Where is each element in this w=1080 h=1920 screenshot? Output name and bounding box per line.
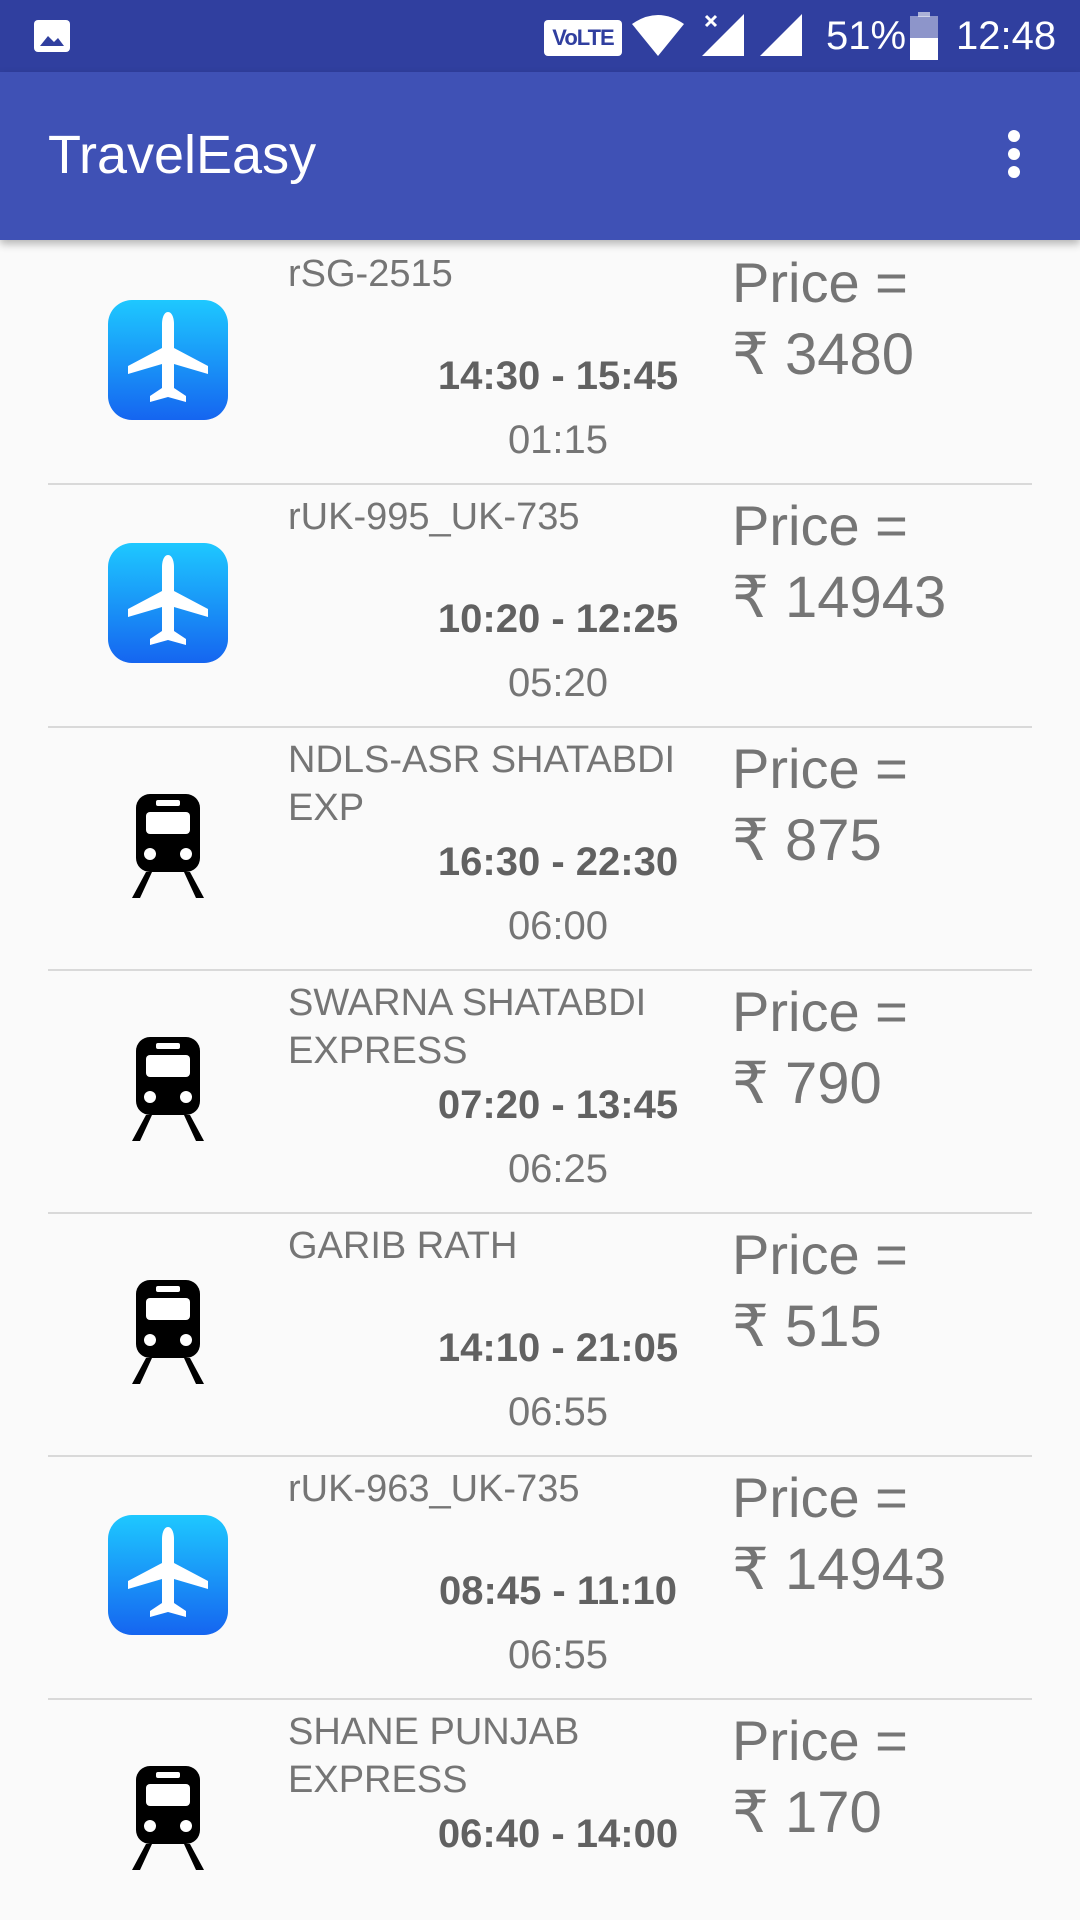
- price-label: Price =: [732, 251, 908, 314]
- item-duration: 01:15: [507, 418, 609, 462]
- list-item[interactable]: SWARNA SHATABDI EXPRESS 07:20 - 13:45 06:2…: [48, 969, 1032, 1214]
- train-icon: [108, 1758, 228, 1872]
- list-item[interactable]: NDLS-ASR SHATABDI EXP 16:30 - 22:30 06:00 P…: [48, 726, 1032, 971]
- status-clock: 12:48: [956, 14, 1057, 58]
- airplane-icon: [108, 543, 228, 663]
- price-value: ₹ 14943: [732, 565, 947, 630]
- cell-signal-icon: [702, 14, 744, 56]
- list-item[interactable]: GARIB RATH 14:10 - 21:05 06:55 Price = ₹ 515: [48, 1212, 1032, 1457]
- price-label: Price =: [732, 980, 908, 1043]
- battery-icon: [910, 12, 938, 60]
- train-icon: [108, 786, 228, 906]
- item-duration: 06:55: [507, 1633, 609, 1677]
- item-duration: 06:25: [507, 1147, 609, 1191]
- item-name: rUK-963_UK-735: [288, 1468, 580, 1510]
- airplane-icon: [108, 300, 228, 420]
- item-name: SHANE PUNJAB EXPRESS: [288, 1711, 580, 1801]
- price-label: Price =: [732, 1223, 908, 1286]
- list-item[interactable]: rSG-2515 14:30 - 15:45 01:15 Price = ₹ 3480: [48, 240, 1032, 485]
- wifi-icon: [632, 15, 684, 56]
- list-item[interactable]: rUK-963_UK-735 08:45 - 11:10 06:55 Price = ₹…: [48, 1455, 1032, 1700]
- price-value: ₹ 875: [732, 808, 882, 873]
- train-icon: [108, 1272, 228, 1392]
- item-duration: 06:00: [507, 904, 609, 948]
- airplane-icon: [108, 1515, 228, 1635]
- app-bar: TravelEasy: [0, 72, 1080, 240]
- price-value: ₹ 515: [732, 1294, 882, 1359]
- item-name: SWARNA SHATABDI EXPRESS: [288, 982, 647, 1072]
- results-list: rSG-2515 14:30 - 15:45 01:15 Price = ₹ 3480 …: [0, 240, 1080, 1872]
- price-value: ₹ 170: [732, 1780, 882, 1845]
- status-bar: VoLTE 51% 12:48: [0, 0, 1080, 72]
- app-title: TravelEasy: [48, 125, 317, 185]
- price-label: Price =: [732, 737, 908, 800]
- item-name: rUK-995_UK-735: [288, 496, 580, 538]
- bottom-strip: [0, 1872, 1080, 1920]
- volte-badge: VoLTE: [544, 20, 622, 56]
- gallery-icon: [34, 20, 70, 52]
- price-value: ₹ 790: [732, 1051, 882, 1116]
- list-item[interactable]: rUK-995_UK-735 10:20 - 12:25 05:20 Price = ₹…: [48, 483, 1032, 728]
- price-label: Price =: [732, 1466, 908, 1529]
- cell-signal-icon: [760, 14, 802, 56]
- price-value: ₹ 14943: [732, 1537, 947, 1602]
- item-name: rSG-2515: [288, 253, 453, 295]
- price-value: ₹ 3480: [732, 322, 915, 387]
- price-label: Price =: [732, 494, 908, 557]
- train-icon: [108, 1029, 228, 1149]
- item-duration: 05:20: [507, 661, 609, 705]
- price-label: Price =: [732, 1709, 908, 1772]
- more-vert-icon[interactable]: [990, 124, 1038, 188]
- battery-percent: 51%: [826, 14, 907, 58]
- item-name: NDLS-ASR SHATABDI EXP: [288, 739, 676, 829]
- item-name: GARIB RATH: [288, 1225, 518, 1267]
- list-item[interactable]: SHANE PUNJAB EXPRESS 06:40 - 14:00 Price =…: [48, 1698, 1032, 1872]
- item-duration: 06:55: [507, 1390, 609, 1434]
